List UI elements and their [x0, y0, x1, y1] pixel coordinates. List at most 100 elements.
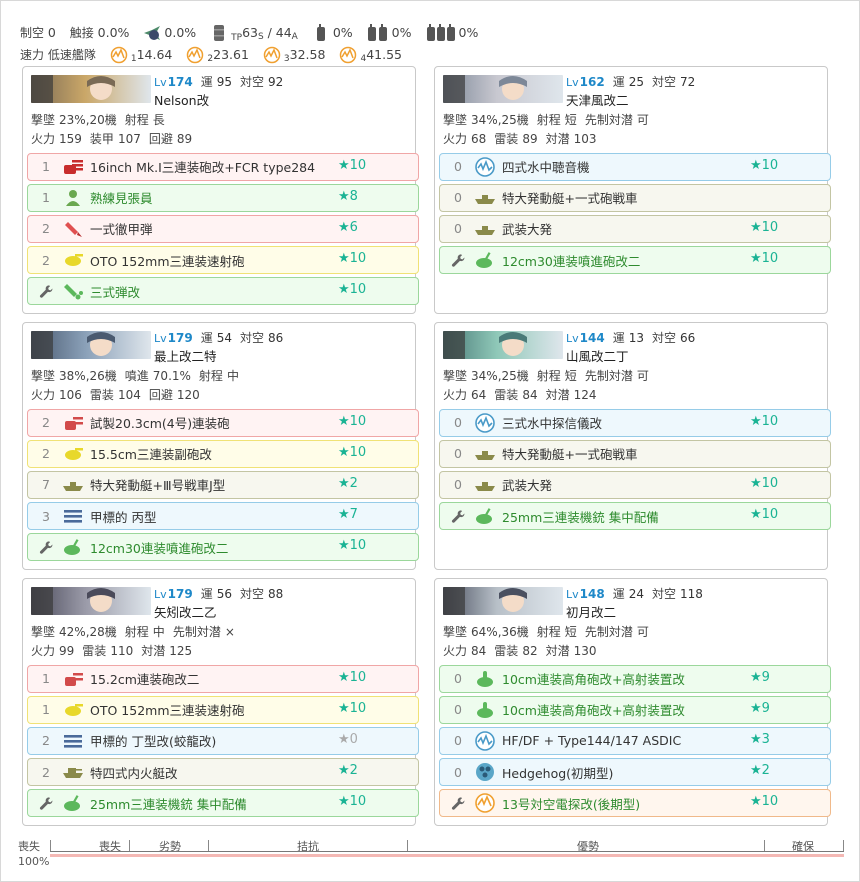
luck-label: 運 — [200, 331, 213, 345]
equipment-slot[interactable]: 0 三式水中探信儀改 ★10 — [439, 409, 831, 437]
reinforcement-slot[interactable]: 13号対空電探改(後期型) ★10 — [439, 789, 831, 817]
ship-card[interactable]: Lv162 運 25 対空 72 天津風改二 撃墜 34%,25機 射程短先制対潜可火力 68 雷装… — [434, 66, 831, 314]
equipment-slot[interactable]: 2 OTO 152mm三連装速射砲 ★10 — [27, 246, 419, 274]
reinforcement-slot[interactable]: 25mm三連装機銃 集中配備 ★10 — [439, 502, 831, 530]
slot-count: 7 — [42, 477, 50, 493]
wrench-icon — [448, 253, 468, 268]
gauge-percent: 100% — [18, 855, 50, 868]
slot-count: 1 — [42, 671, 50, 687]
reinforcement-slot[interactable]: 25mm三連装機銃 集中配備 ★10 — [27, 789, 419, 817]
equipment-slot[interactable]: 2 一式徹甲弾 ★6 — [27, 215, 419, 243]
equipment-name: 武装大発 — [502, 222, 553, 238]
equipment-slot[interactable]: 0 Hedgehog(初期型) ★2 — [439, 758, 831, 786]
improvement-star: ★7 — [338, 507, 358, 523]
ha-gun-icon — [472, 699, 498, 721]
gauge-left-label: 喪失 — [18, 840, 40, 853]
equipment-slot[interactable]: 0 武装大発 ★10 — [439, 471, 831, 499]
equipment-slot[interactable]: 2 試製20.3cm(4号)連装砲 ★10 — [27, 409, 419, 437]
landing-craft-icon — [472, 474, 498, 496]
lv-label: Lv — [154, 76, 167, 89]
heavy-gun-icon — [60, 156, 86, 178]
shootdown-value: 34%,25機 — [471, 113, 529, 127]
equipment-name: 特大発動艇+Ⅲ号戦車J型 — [90, 478, 226, 494]
slot-count: 0 — [454, 446, 462, 462]
drum-2-icon — [367, 24, 389, 42]
luck-label: 運 — [612, 331, 625, 345]
equipment-slot[interactable]: 0 10cm連装高角砲改+高射装置改 ★9 — [439, 696, 831, 724]
ship-card[interactable]: Lv148 運 24 対空 118 初月改二 撃墜 64%,36機 射程短先制対潜可火力 84 雷装… — [434, 578, 831, 826]
improvement-star: ★10 — [750, 251, 779, 267]
contact-plane-value: 0.0% — [164, 25, 197, 40]
equipment-name: 12cm30連装噴進砲改二 — [90, 540, 229, 556]
reinforcement-slot[interactable]: 12cm30連装噴進砲改二 ★10 — [439, 246, 831, 274]
equipment-slot[interactable]: 0 HF/DF + Type144/147 ASDIC ★3 — [439, 727, 831, 755]
improvement-star: ★10 — [750, 158, 779, 173]
equipment-slot[interactable]: 1 熟練見張員 ★8 — [27, 184, 419, 212]
luck-value: 56 — [216, 587, 232, 601]
stat-label: 回避 — [148, 388, 173, 402]
improvement-star: ★10 — [750, 794, 779, 810]
gauge-line — [50, 851, 844, 852]
ship-banner — [31, 75, 151, 103]
equipment-name: 16inch Mk.I三連装砲改+FCR type284 — [90, 160, 316, 176]
aa-value: 118 — [680, 587, 703, 601]
ship-banner — [31, 331, 151, 359]
equipment-name: 25mm三連装機銃 集中配備 — [502, 509, 659, 525]
equipment-slot[interactable]: 2 甲標的 丁型改(蛟龍改) ★0 — [27, 727, 419, 755]
equipment-name: 12cm30連装噴進砲改二 — [502, 253, 641, 269]
wrench-icon — [448, 509, 468, 524]
equipment-slot[interactable]: 0 四式水中聴音機 ★10 — [439, 153, 831, 181]
improvement-star: ★9 — [750, 670, 770, 685]
reinforcement-slot[interactable]: 12cm30連装噴進砲改二 ★10 — [27, 533, 419, 561]
ship-name: 初月改二 — [566, 605, 617, 620]
ship-card[interactable]: Lv179 運 54 対空 86 最上改二特 撃墜 38%,26機 噴進 70.1% 射程中火力 10… — [22, 322, 419, 570]
equipment-slot[interactable]: 0 特大発動艇+一式砲戦車 — [439, 440, 831, 468]
summary-row-2: 速力 低速艦隊 1 14.64 2 23.61 3 32.58 4 41.55 — [20, 44, 840, 66]
aa-gun-icon — [472, 249, 498, 271]
tp: TP 63 S / 44 A — [210, 22, 298, 44]
equipment-slot[interactable]: 0 武装大発 ★10 — [439, 215, 831, 243]
ship-card[interactable]: Lv179 運 56 対空 88 矢矧改二乙 撃墜 42%,28機 射程中先制対潜 × 火力 99 雷装… — [22, 578, 419, 826]
stat-label: 対潜 — [141, 644, 166, 658]
improvement-star: ★10 — [338, 282, 367, 298]
reinforcement-slot[interactable]: 三式弾改 ★10 — [27, 277, 419, 305]
equipment-name: 15.2cm連装砲改二 — [90, 672, 200, 688]
ship-level: Lv162 — [566, 75, 605, 89]
oasw-label: 先制対潜 — [584, 113, 633, 127]
ship-header: Lv162 運 25 対空 72 天津風改二 — [566, 73, 832, 110]
equipment-name: 三式水中探信儀改 — [502, 416, 603, 432]
aa-label: 対空 — [652, 587, 677, 601]
stat-label: 対潜 — [545, 644, 570, 658]
los-icon — [339, 46, 357, 64]
equipment-name: 四式水中聴音機 — [502, 160, 590, 176]
gauge-tick — [407, 840, 408, 851]
equipment-slot[interactable]: 1 15.2cm連装砲改二 ★10 — [27, 665, 419, 693]
improvement-star: ★8 — [338, 189, 358, 205]
ship-card[interactable]: Lv144 運 13 対空 66 山風改二丁 撃墜 34%,25機 射程短先制対潜可火力 64 雷装… — [434, 322, 831, 570]
ship-combat-row: 撃墜 64%,36機 射程短先制対潜可 — [443, 623, 835, 641]
ship-header: Lv174 運 95 対空 92 Nelson改 — [154, 73, 420, 110]
lookout-icon — [60, 187, 86, 209]
drum-1: 0% — [312, 22, 353, 44]
improvement-star: ★10 — [750, 507, 779, 523]
aa-gun-icon — [60, 536, 86, 558]
slot-count: 0 — [454, 159, 462, 175]
oasw-label: 先制対潜 — [584, 625, 633, 639]
ship-card[interactable]: Lv174 運 95 対空 92 Nelson改 撃墜 23%,20機 射程長火力 159 装甲 10… — [22, 66, 419, 314]
equipment-slot[interactable]: 1 16inch Mk.I三連装砲改+FCR type284 ★10 — [27, 153, 419, 181]
equipment-slot[interactable]: 0 10cm連装高角砲改+高射装置改 ★9 — [439, 665, 831, 693]
equipment-slot[interactable]: 3 甲標的 丙型 ★7 — [27, 502, 419, 530]
equipment-slot[interactable]: 7 特大発動艇+Ⅲ号戦車J型 ★2 — [27, 471, 419, 499]
improvement-star: ★10 — [338, 414, 367, 429]
equipment-slot[interactable]: 2 15.5cm三連装副砲改 ★10 — [27, 440, 419, 468]
equipment-slot[interactable]: 0 特大発動艇+一式砲戦車 — [439, 184, 831, 212]
equipment-slot[interactable]: 2 特四式内火艇改 ★2 — [27, 758, 419, 786]
stat-value: 84 — [522, 388, 538, 402]
luck-value: 95 — [216, 75, 232, 89]
slot-count: 2 — [42, 446, 50, 462]
oasw-label: 先制対潜 — [584, 369, 633, 383]
slot-count: 0 — [454, 415, 462, 431]
lv-label: Lv — [566, 588, 579, 601]
equipment-slot[interactable]: 1 OTO 152mm三連装速射砲 ★10 — [27, 696, 419, 724]
oasw-value: × — [224, 625, 235, 639]
